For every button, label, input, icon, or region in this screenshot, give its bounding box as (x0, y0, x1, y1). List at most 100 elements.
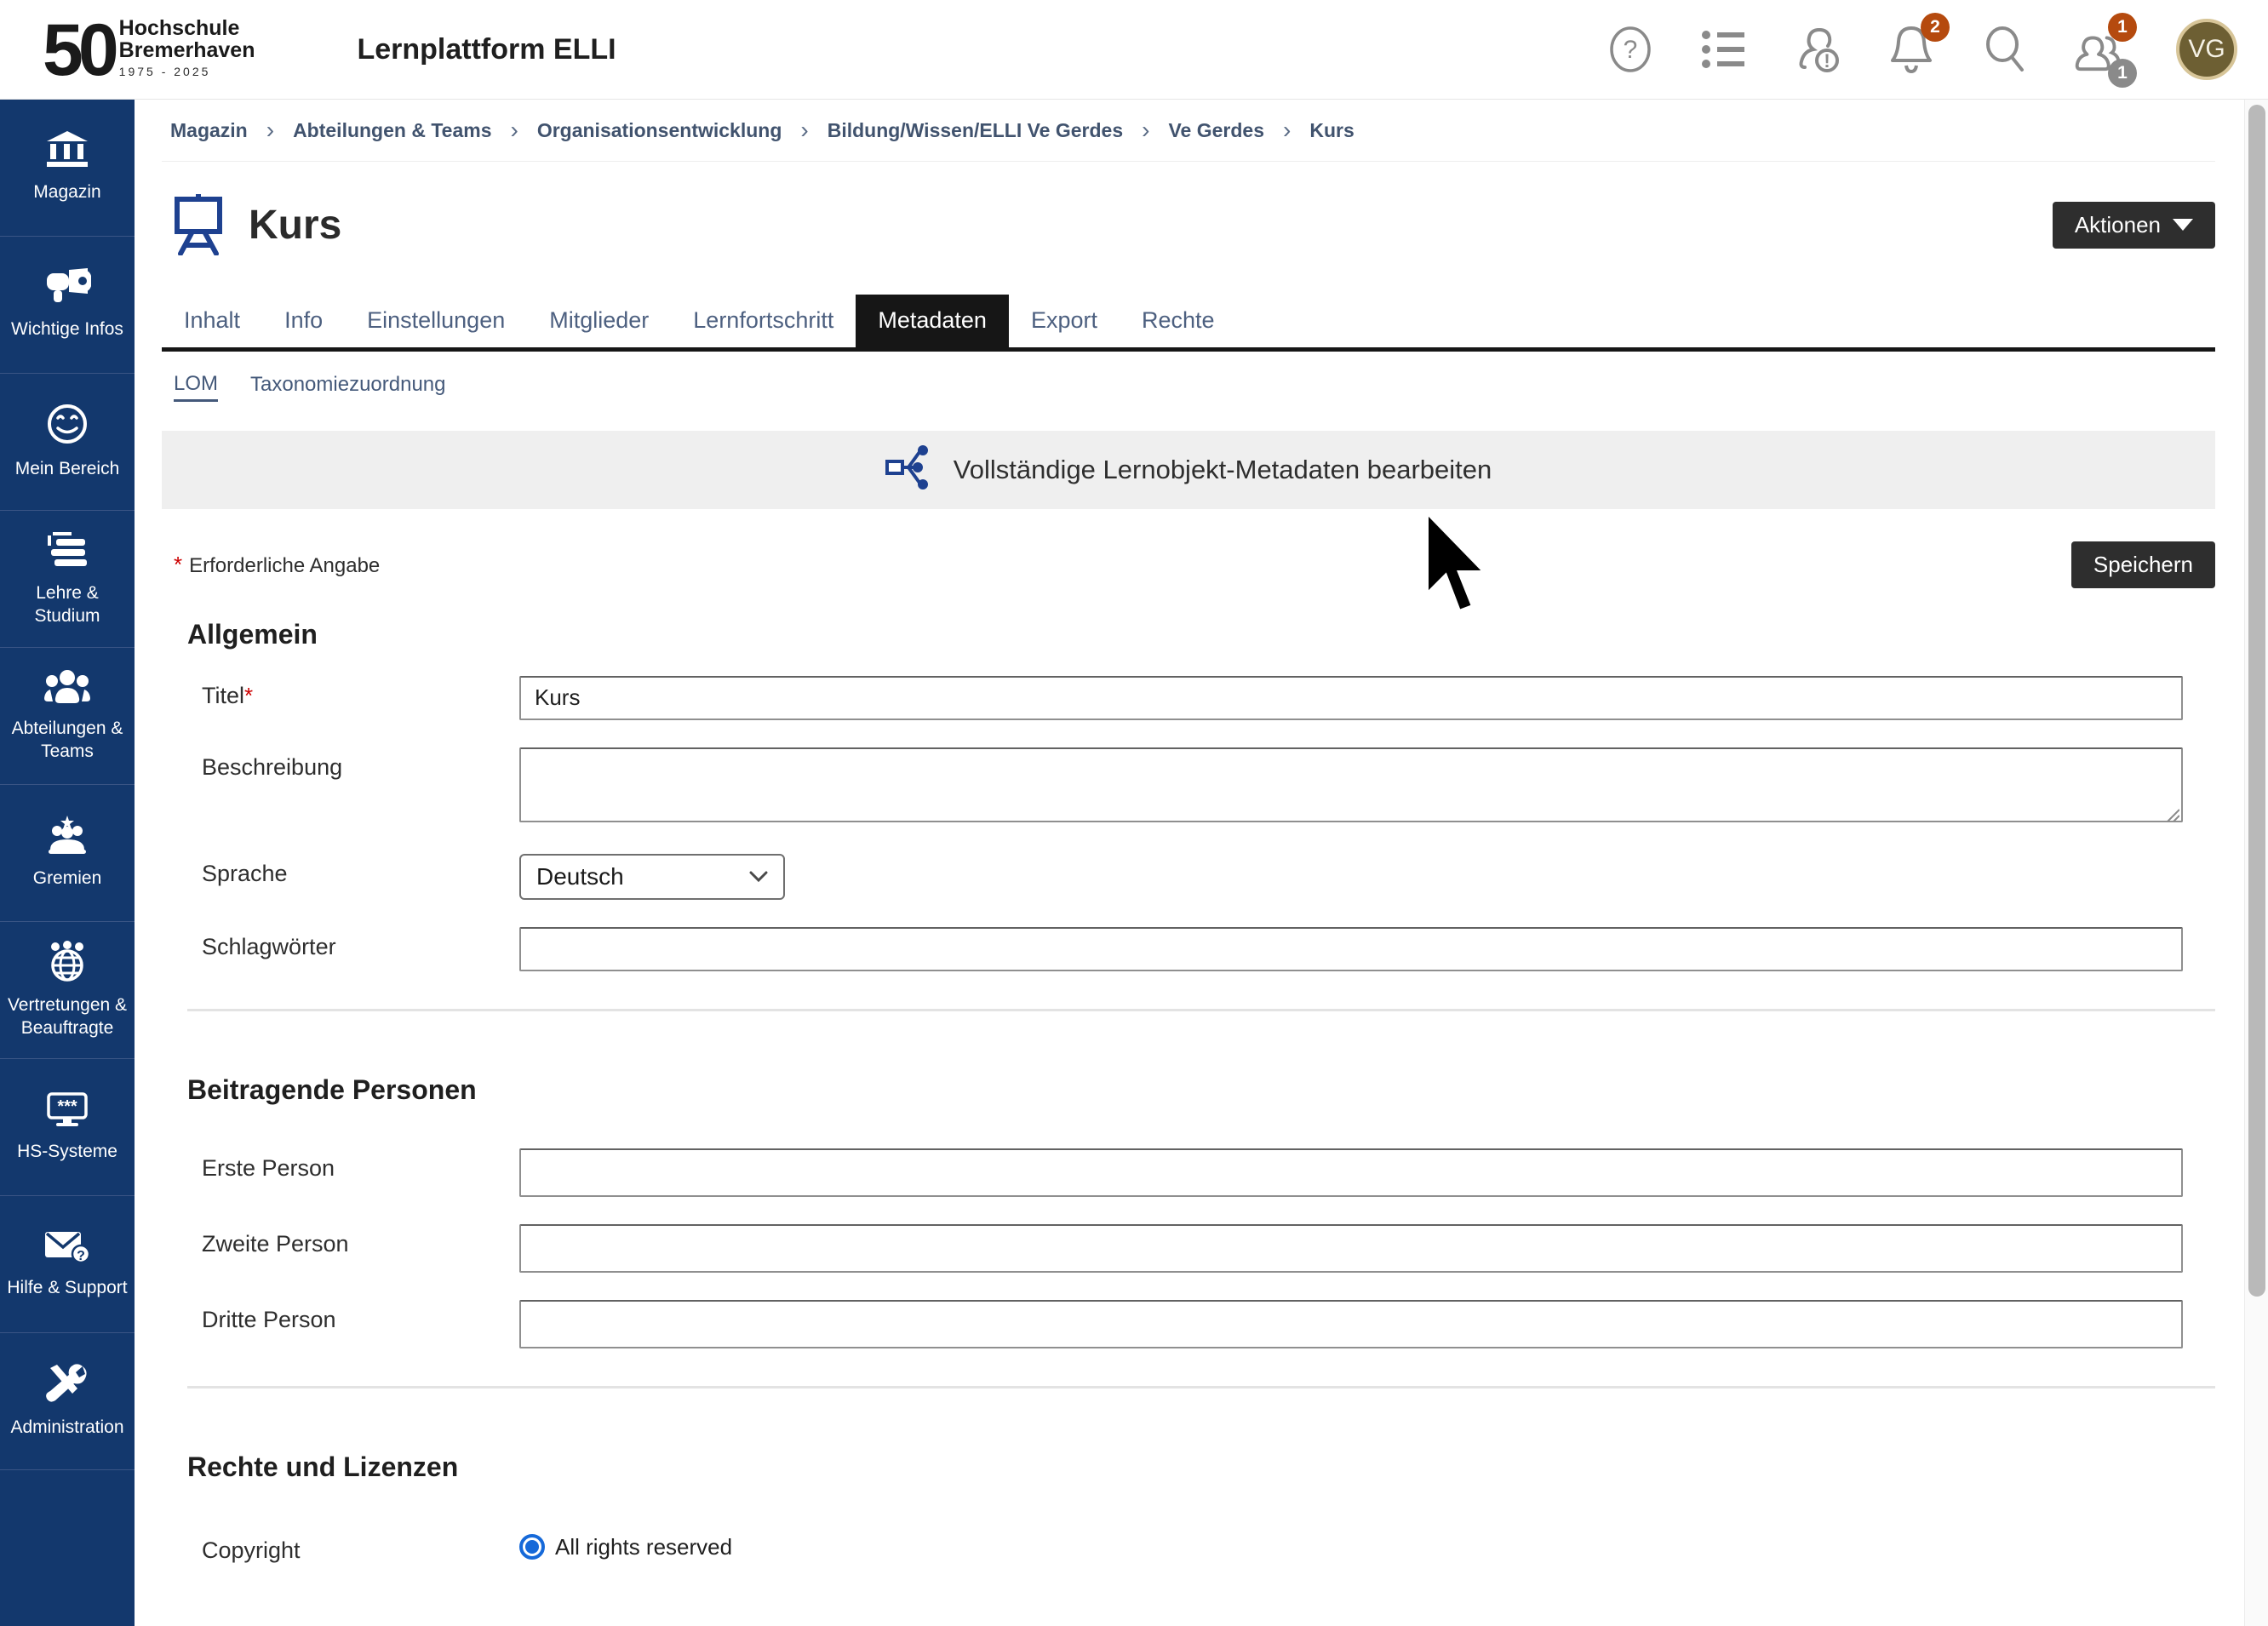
chevron-down-icon (2173, 219, 2193, 231)
svg-text:***: *** (57, 1097, 77, 1116)
app-window: 50 Hochschule Bremerhaven 1975 - 2025 Le… (0, 0, 2268, 1626)
sidebar-item-label: Administration (10, 1417, 123, 1439)
erste-person-label: Erste Person (162, 1148, 519, 1197)
section-divider (187, 1386, 2215, 1388)
copyright-label: Copyright (162, 1531, 519, 1564)
contacts-badge-top: 1 (2108, 13, 2137, 42)
tab-einstellungen[interactable]: Einstellungen (345, 295, 527, 347)
section-heading-beitragende: Beitragende Personen (162, 1074, 2215, 1106)
sidebar-item-mein-bereich[interactable]: Mein Bereich (0, 374, 135, 511)
sidebar-item-label: Vertretungen & Beauftragte (3, 994, 131, 1039)
people-group-icon (43, 669, 91, 709)
required-asterisk: * (244, 683, 253, 708)
tools-icon (45, 1363, 89, 1408)
breadcrumb-separator: › (1283, 117, 1291, 144)
tab-export[interactable]: Export (1009, 295, 1120, 347)
university-logo[interactable]: 50 Hochschule Bremerhaven 1975 - 2025 (43, 17, 255, 83)
sidebar-item-gremien[interactable]: Gremien (0, 785, 135, 922)
speichern-button[interactable]: Speichern (2071, 541, 2215, 588)
copyright-radio[interactable] (519, 1534, 545, 1560)
tab-bar: Inhalt Info Einstellungen Mitglieder Ler… (162, 295, 2215, 352)
user-status-icon[interactable]: ! (1793, 25, 1842, 74)
sidebar-item-label: Wichtige Infos (11, 318, 123, 341)
sidebar-item-label: Mein Bereich (15, 458, 120, 480)
titel-input[interactable] (519, 676, 2183, 720)
monitor-icon: *** (44, 1091, 90, 1132)
breadcrumb-item[interactable]: Organisationsentwicklung (537, 119, 782, 142)
help-icon[interactable]: ? (1606, 25, 1655, 74)
smiley-icon (46, 403, 89, 449)
svg-text:!: ! (1824, 50, 1830, 72)
main-content: Magazin › Abteilungen & Teams › Organisa… (135, 100, 2268, 1626)
notifications-badge: 2 (1921, 13, 1950, 42)
tab-inhalt[interactable]: Inhalt (162, 295, 262, 347)
required-asterisk: * (174, 552, 182, 577)
bank-icon (45, 131, 89, 173)
tab-rechte[interactable]: Rechte (1120, 295, 1237, 347)
breadcrumb-separator: › (511, 117, 518, 144)
tab-metadaten[interactable]: Metadaten (856, 295, 1009, 347)
course-easel-icon (172, 194, 225, 255)
tab-mitglieder[interactable]: Mitglieder (527, 295, 671, 347)
beschreibung-textarea[interactable] (519, 747, 2183, 822)
section-heading-rechte: Rechte und Lizenzen (162, 1451, 2215, 1483)
breadcrumb-item[interactable]: Kurs (1309, 119, 1354, 142)
svg-text:?: ? (1624, 36, 1638, 64)
breadcrumb-separator: › (266, 117, 274, 144)
sidebar-item-wichtige-infos[interactable]: Wichtige Infos (0, 237, 135, 374)
subtab-taxonomiezuordnung[interactable]: Taxonomiezuordnung (250, 373, 446, 400)
sidebar-item-hs-systeme[interactable]: *** HS-Systeme (0, 1059, 135, 1196)
logo-line2: Bremerhaven (119, 39, 255, 61)
tab-lernfortschritt[interactable]: Lernfortschritt (671, 295, 856, 347)
svg-text:?: ? (77, 1249, 85, 1263)
breadcrumb-item[interactable]: Magazin (170, 119, 248, 142)
sidebar-item-magazin[interactable]: Magazin (0, 100, 135, 237)
search-icon[interactable] (1980, 25, 2030, 74)
sidebar-item-hilfe-support[interactable]: ? Hilfe & Support (0, 1196, 135, 1333)
contacts-icon[interactable]: 1 1 (2074, 25, 2123, 74)
sidebar-item-label: Magazin (33, 181, 100, 203)
scrollbar-thumb[interactable] (2248, 105, 2265, 1297)
globe-people-icon (45, 941, 89, 986)
sidebar-item-administration[interactable]: Administration (0, 1333, 135, 1470)
section-heading-allgemein: Allgemein (162, 619, 2215, 650)
sidebar-item-lehre-studium[interactable]: Lehre & Studium (0, 511, 135, 648)
breadcrumb-item[interactable]: Abteilungen & Teams (293, 119, 491, 142)
breadcrumb-item[interactable]: Ve Gerdes (1168, 119, 1264, 142)
tab-info[interactable]: Info (262, 295, 345, 347)
breadcrumb-item[interactable]: Bildung/Wissen/ELLI Ve Gerdes (828, 119, 1123, 142)
banner-label: Vollständige Lernobjekt-Metadaten bearbe… (954, 455, 1492, 485)
schlagwoerter-input[interactable] (519, 927, 2183, 971)
mail-question-icon: ? (43, 1228, 91, 1268)
megaphone-icon (43, 268, 91, 310)
edit-full-metadata-banner[interactable]: Vollständige Lernobjekt-Metadaten bearbe… (162, 431, 2215, 509)
sidebar-item-label: Abteilungen & Teams (3, 718, 131, 763)
list-icon[interactable] (1699, 25, 1749, 74)
erste-person-input[interactable] (519, 1148, 2183, 1197)
sidebar-item-vertretungen[interactable]: Vertretungen & Beauftragte (0, 922, 135, 1059)
breadcrumb: Magazin › Abteilungen & Teams › Organisa… (162, 100, 2215, 162)
app-title: Lernplattform ELLI (357, 33, 616, 66)
contacts-badge-bottom: 1 (2108, 59, 2137, 88)
avatar[interactable]: VG (2176, 19, 2237, 80)
section-divider (187, 1009, 2215, 1011)
people-hand-icon (43, 816, 91, 859)
subtab-lom[interactable]: LOM (174, 372, 218, 402)
aktionen-button[interactable]: Aktionen (2053, 202, 2215, 249)
logo-line1: Hochschule (119, 17, 255, 39)
chevron-down-icon (749, 871, 768, 883)
zweite-person-label: Zweite Person (162, 1224, 519, 1273)
page-title: Kurs (249, 202, 341, 249)
notifications-bell-icon[interactable]: 2 (1887, 25, 1936, 74)
sprache-select[interactable]: Deutsch (519, 854, 785, 900)
speichern-button-label: Speichern (2093, 552, 2193, 578)
zweite-person-input[interactable] (519, 1224, 2183, 1273)
top-header: 50 Hochschule Bremerhaven 1975 - 2025 Le… (0, 0, 2268, 100)
sidebar-empty-area (0, 1470, 135, 1626)
vertical-scrollbar[interactable] (2244, 100, 2268, 1626)
sidebar-item-abteilungen-teams[interactable]: Abteilungen & Teams (0, 648, 135, 785)
sidebar-item-label: Hilfe & Support (7, 1277, 127, 1299)
dritte-person-input[interactable] (519, 1300, 2183, 1348)
logo-years: 1975 - 2025 (119, 65, 255, 78)
required-note: *Erforderliche Angabe (174, 552, 380, 578)
